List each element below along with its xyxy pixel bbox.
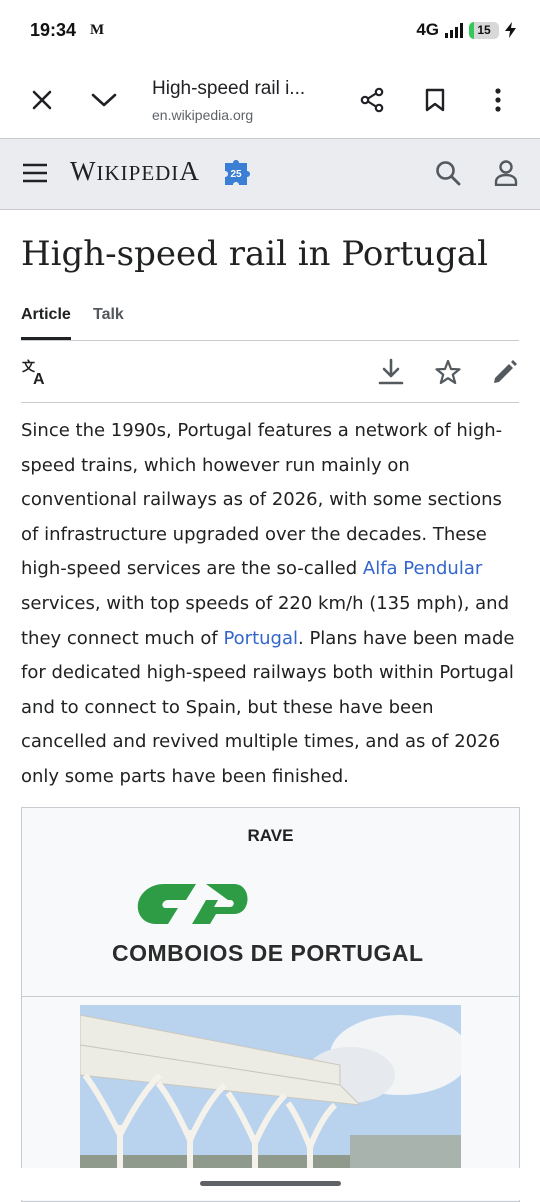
article-tabs: Article Talk: [21, 304, 519, 341]
navigation-bar: [0, 1168, 540, 1200]
cp-logo-text: COMBOIOS DE PORTUGAL: [112, 940, 424, 966]
browser-page-title[interactable]: High-speed rail i...: [152, 78, 305, 100]
network-type: 4G: [416, 20, 439, 39]
edit-icon[interactable]: [489, 356, 521, 388]
signal-icon: [445, 22, 463, 38]
cp-logo-icon: [137, 884, 248, 924]
search-icon[interactable]: [430, 155, 466, 191]
bookmark-icon[interactable]: [415, 80, 455, 120]
user-icon[interactable]: [488, 155, 524, 191]
language-icon[interactable]: 文 A: [21, 356, 51, 388]
page-actions: 文 A: [21, 352, 519, 403]
tab-talk[interactable]: Talk: [93, 304, 124, 339]
home-gesture-pill[interactable]: [200, 1181, 341, 1186]
wikipedia-wordmark[interactable]: WIKIPEDIA: [70, 156, 200, 187]
browser-toolbar: High-speed rail i... en.wikipedia.org: [0, 60, 540, 138]
link-alfa-pendular[interactable]: Alfa Pendular: [363, 558, 482, 579]
infobox-logo-area: RAVE: [22, 808, 519, 997]
browser-url[interactable]: en.wikipedia.org: [152, 107, 253, 123]
svg-text:A: A: [33, 371, 45, 386]
tab-article[interactable]: Article: [21, 304, 71, 340]
page-title: High-speed rail in Portugal: [21, 234, 489, 274]
menu-icon[interactable]: [18, 155, 52, 191]
status-indicators: 4G 15: [416, 18, 516, 42]
more-vert-icon[interactable]: [478, 80, 518, 120]
battery-level: 15: [477, 23, 491, 37]
star-icon[interactable]: [432, 356, 464, 388]
status-bar: 19:34 M 4G 15: [0, 0, 540, 60]
battery-icon: 15: [469, 21, 499, 39]
charging-icon: [505, 22, 516, 38]
wiki-header: WIKIPEDIA 25: [0, 138, 540, 210]
download-icon[interactable]: [375, 356, 407, 388]
share-icon[interactable]: [352, 80, 392, 120]
close-icon[interactable]: [22, 80, 62, 120]
link-portugal[interactable]: Portugal: [223, 628, 298, 649]
news-app-icon: M: [90, 22, 105, 38]
infobox-title: RAVE: [247, 826, 294, 845]
battery-fill: [469, 21, 474, 39]
wikipedia-25-puzzle-icon: 25: [221, 155, 255, 189]
article-lead-paragraph: Since the 1990s, Portugal features a net…: [21, 420, 515, 787]
chevron-down-icon[interactable]: [84, 80, 124, 120]
status-time: 19:34: [30, 20, 77, 40]
svg-text:25: 25: [230, 169, 242, 180]
